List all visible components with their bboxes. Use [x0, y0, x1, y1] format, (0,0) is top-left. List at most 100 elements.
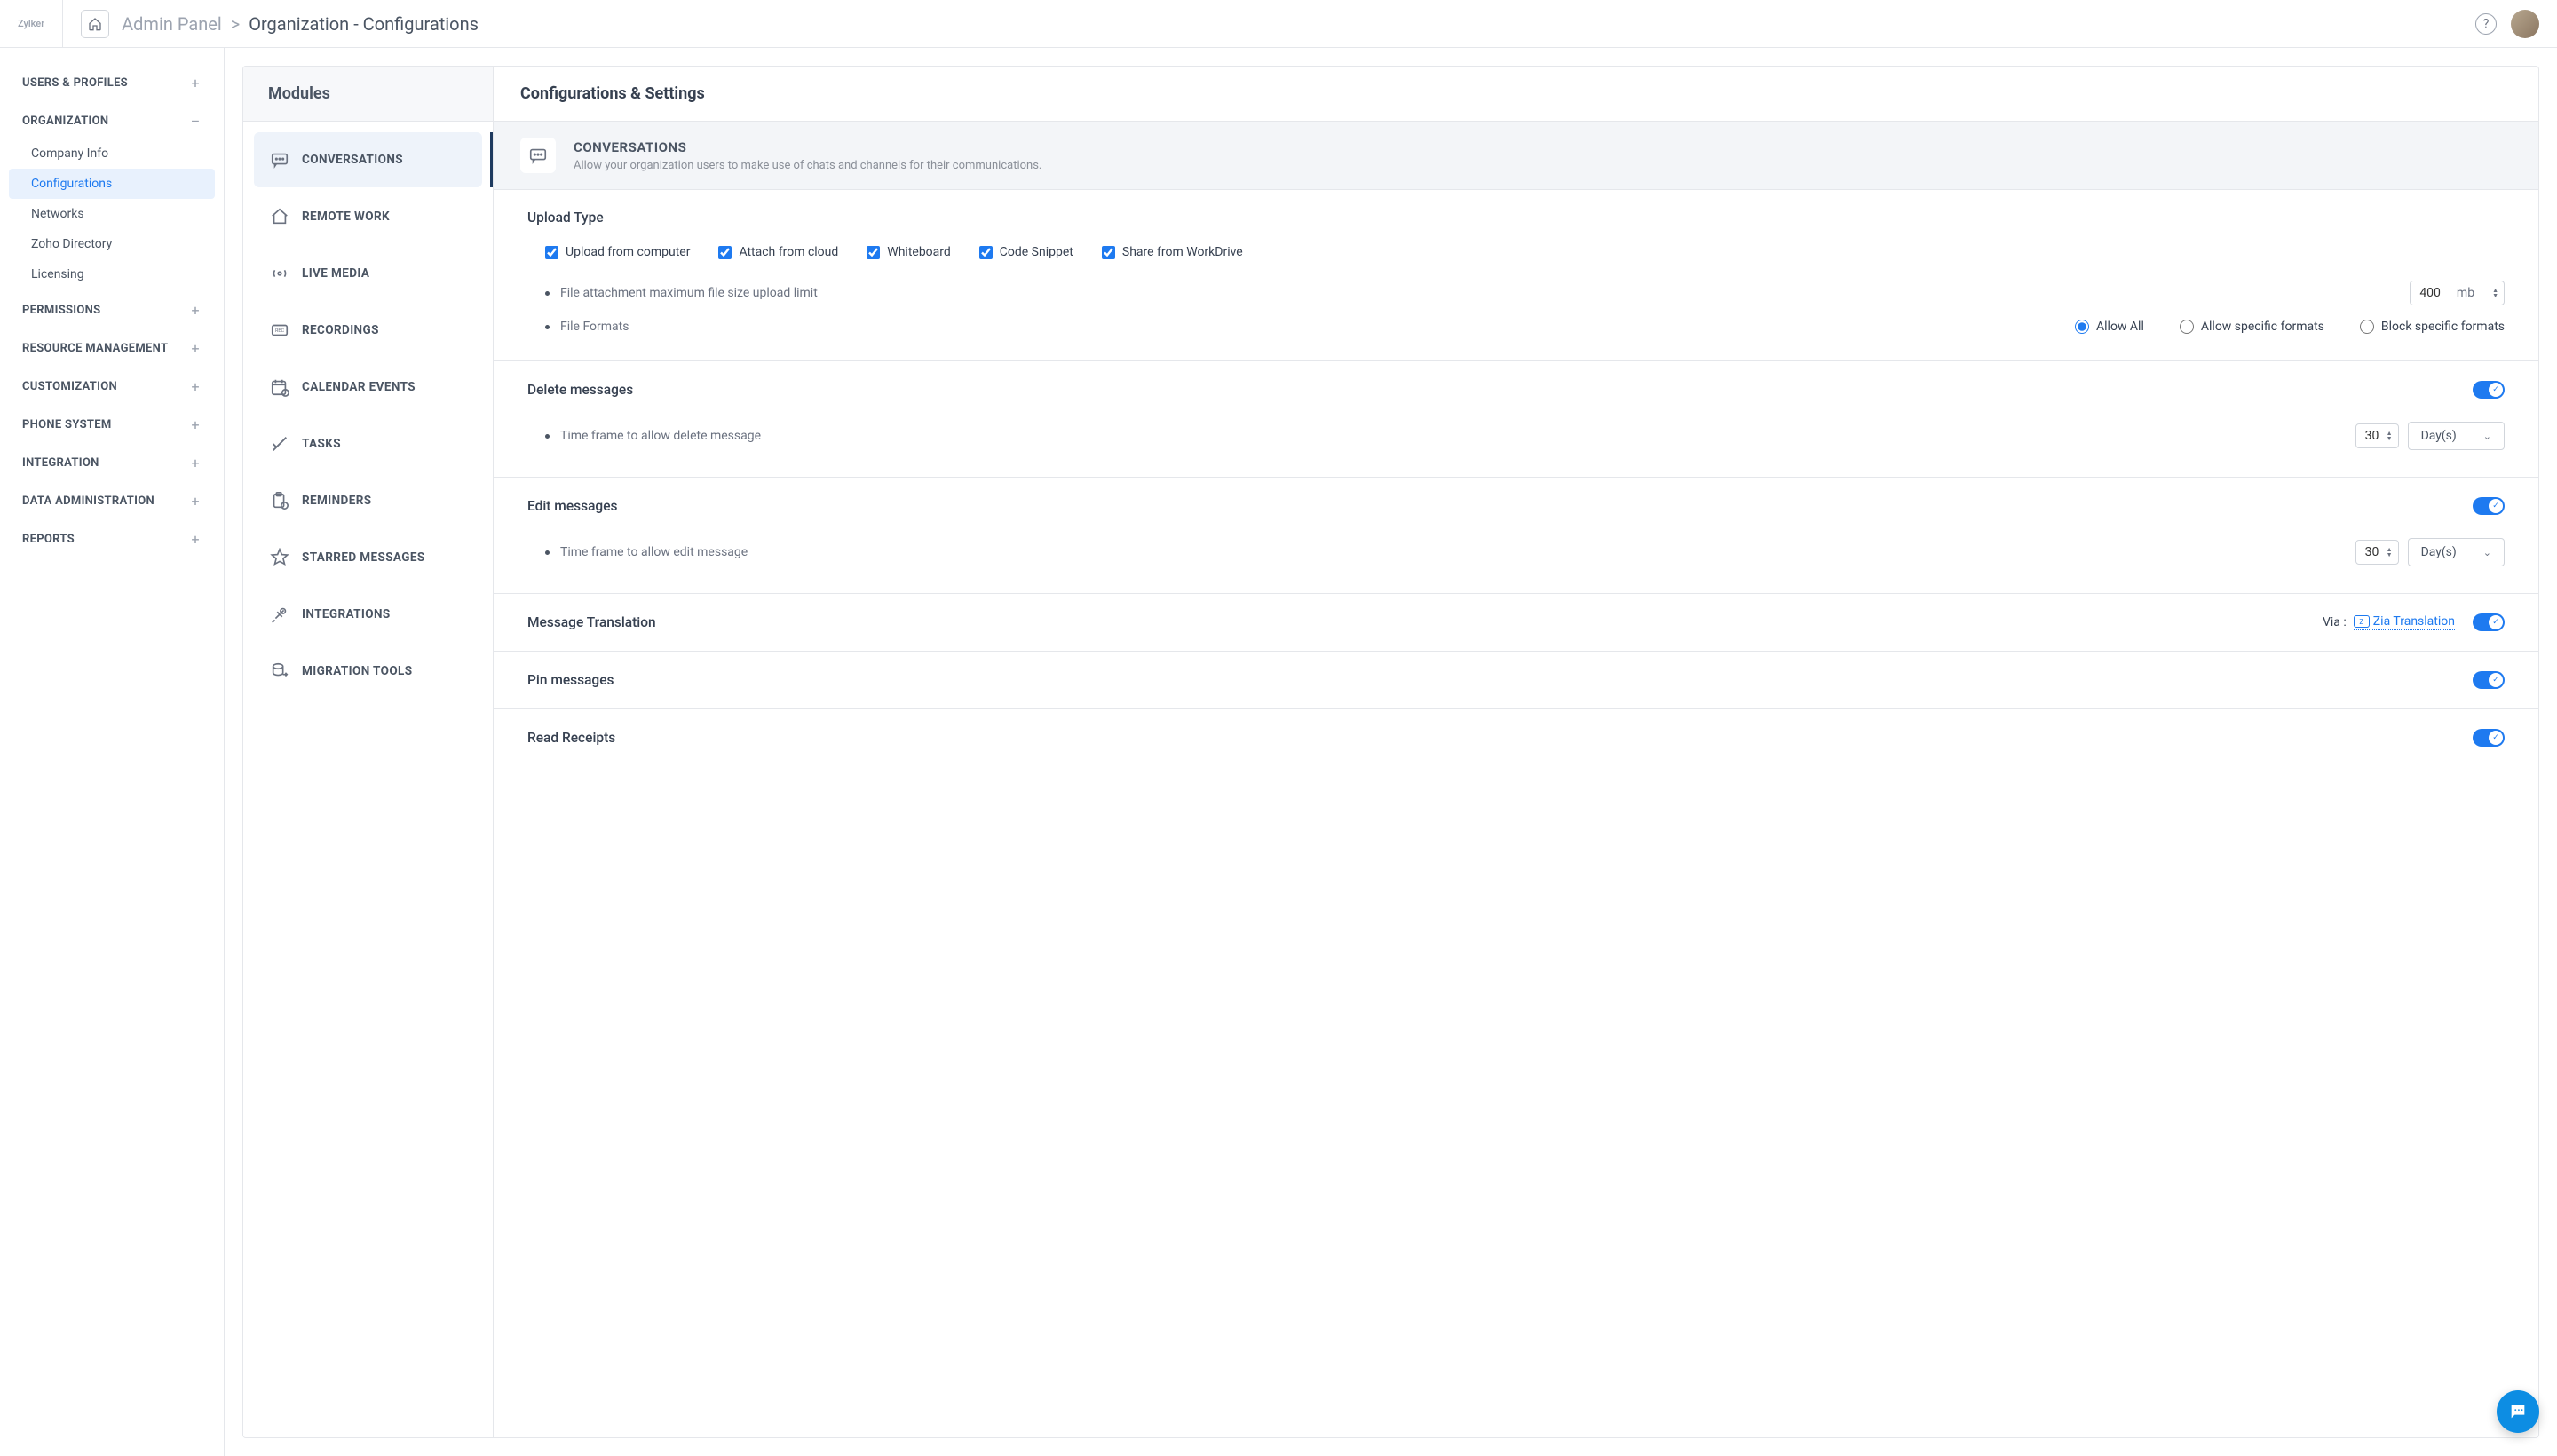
checkbox[interactable] — [718, 246, 732, 259]
sidebar-item-company-info[interactable]: Company Info — [9, 138, 215, 169]
svg-text:REC: REC — [275, 328, 285, 334]
check-code-snippet[interactable]: Code Snippet — [979, 245, 1073, 259]
sidebar-section-label: CUSTOMIZATION — [22, 380, 117, 393]
sidebar-item-zoho-directory[interactable]: Zoho Directory — [9, 229, 215, 259]
checkbox[interactable] — [979, 246, 993, 259]
home-button[interactable] — [81, 10, 109, 38]
chat-icon — [270, 150, 289, 170]
checkbox[interactable] — [867, 246, 880, 259]
toggle-edit-messages[interactable] — [2473, 497, 2505, 515]
sidebar-item-licensing[interactable]: Licensing — [9, 259, 215, 289]
sidebar-item-configurations[interactable]: Configurations — [9, 169, 215, 199]
toggle-message-translation[interactable] — [2473, 613, 2505, 631]
plus-icon: + — [189, 455, 202, 471]
radio-input[interactable] — [2180, 320, 2194, 334]
zia-translation-link[interactable]: ZZia Translation — [2354, 614, 2455, 630]
module-recordings[interactable]: REC RECORDINGS — [254, 303, 482, 358]
radio-block-specific[interactable]: Block specific formats — [2360, 320, 2505, 334]
plus-icon: + — [189, 416, 202, 433]
module-integrations[interactable]: INTEGRATIONS — [254, 587, 482, 642]
sidebar-section-phone-system[interactable]: PHONE SYSTEM + — [9, 408, 215, 442]
checkbox[interactable] — [1102, 246, 1115, 259]
module-label: CONVERSATIONS — [302, 153, 403, 167]
bullet-icon — [545, 434, 550, 439]
section-upload-type: Upload Type Upload from computer Attach … — [494, 190, 2538, 361]
check-whiteboard[interactable]: Whiteboard — [867, 245, 951, 259]
section-title: Read Receipts — [527, 730, 615, 746]
sidebar-section-data-administration[interactable]: DATA ADMINISTRATION+ — [9, 484, 215, 518]
check-label: Whiteboard — [887, 245, 951, 259]
sidebar-section-label: ORGANIZATION — [22, 115, 108, 128]
section-edit-messages: Edit messages Time frame to allow edit m… — [494, 478, 2538, 594]
sidebar-section-customization[interactable]: CUSTOMIZATION + — [9, 369, 215, 404]
radio-allow-all[interactable]: Allow All — [2075, 320, 2144, 334]
plus-icon: + — [189, 378, 202, 395]
module-calendar-events[interactable]: CALENDAR EVENTS — [254, 360, 482, 415]
chat-fab[interactable] — [2497, 1390, 2539, 1433]
module-tasks[interactable]: TASKS — [254, 416, 482, 471]
edit-timeframe-value[interactable]: 30▲▼ — [2355, 540, 2399, 565]
modules-title: Modules — [243, 67, 493, 122]
radio-allow-specific[interactable]: Allow specific formats — [2180, 320, 2324, 334]
check-attach-cloud[interactable]: Attach from cloud — [718, 245, 838, 259]
delete-timeframe-label: Time frame to allow delete message — [560, 429, 761, 443]
module-live-media[interactable]: LIVE MEDIA — [254, 246, 482, 301]
modules-panel: Modules CONVERSATIONS REMOTE WORK LIV — [243, 67, 494, 1437]
help-button[interactable]: ? — [2475, 13, 2497, 35]
stepper-icon[interactable]: ▲▼ — [2387, 547, 2393, 558]
toggle-delete-messages[interactable] — [2473, 381, 2505, 399]
radio-label: Block specific formats — [2381, 320, 2505, 334]
radio-input[interactable] — [2360, 320, 2374, 334]
chevron-down-icon: ⌄ — [2483, 547, 2491, 558]
check-label: Attach from cloud — [739, 245, 838, 259]
sidebar-section-resource-management[interactable]: RESOURCE MANAGEMENT+ — [9, 331, 215, 366]
module-starred-messages[interactable]: STARRED MESSAGES — [254, 530, 482, 585]
zia-icon: Z — [2354, 615, 2370, 628]
sidebar-item-networks[interactable]: Networks — [9, 199, 215, 229]
stepper-icon[interactable]: ▲▼ — [2492, 288, 2498, 298]
delete-timeframe-value[interactable]: 30▲▼ — [2355, 423, 2399, 448]
avatar[interactable] — [2511, 10, 2539, 38]
section-title: Delete messages — [527, 382, 633, 398]
module-label: INTEGRATIONS — [302, 607, 391, 621]
toggle-read-receipts[interactable] — [2473, 729, 2505, 747]
edit-timeframe-label: Time frame to allow edit message — [560, 545, 748, 559]
org-logo: Zylker — [18, 0, 63, 47]
bullet-icon — [545, 550, 550, 555]
calendar-icon — [270, 377, 289, 397]
check-share-workdrive[interactable]: Share from WorkDrive — [1102, 245, 1243, 259]
stepper-icon[interactable]: ▲▼ — [2387, 431, 2393, 441]
module-label: RECORDINGS — [302, 323, 379, 337]
via-label: Via : — [2323, 615, 2347, 629]
module-conversations[interactable]: CONVERSATIONS — [254, 132, 482, 187]
plus-icon: + — [189, 531, 202, 548]
sidebar-section-permissions[interactable]: PERMISSIONS+ — [9, 293, 215, 328]
recording-icon: REC — [270, 320, 289, 340]
breadcrumb-root[interactable]: Admin Panel — [122, 13, 222, 35]
module-label: STARRED MESSAGES — [302, 550, 425, 565]
edit-timeframe-unit[interactable]: Day(s)⌄ — [2408, 538, 2505, 566]
banner-subtitle: Allow your organization users to make us… — [574, 159, 1041, 172]
module-reminders[interactable]: REMINDERS — [254, 473, 482, 528]
sidebar-section-organization[interactable]: ORGANIZATION – — [9, 104, 215, 138]
module-remote-work[interactable]: REMOTE WORK — [254, 189, 482, 244]
sidebar-section-users-profiles[interactable]: USERS & PROFILES + — [9, 66, 215, 100]
breadcrumb: Admin Panel > Organization - Configurati… — [122, 13, 479, 35]
plug-icon — [270, 605, 289, 624]
delete-timeframe-unit[interactable]: Day(s)⌄ — [2408, 422, 2505, 450]
sidebar-section-reports[interactable]: REPORTS+ — [9, 522, 215, 557]
max-size-input[interactable]: 400 mb ▲▼ — [2410, 281, 2505, 305]
chat-bubble-icon — [2508, 1402, 2528, 1421]
sidebar-section-label: PHONE SYSTEM — [22, 418, 112, 431]
sidebar-section-label: INTEGRATION — [22, 456, 99, 470]
broadcast-icon — [270, 264, 289, 283]
home-icon — [88, 17, 102, 31]
radio-input[interactable] — [2075, 320, 2089, 334]
toggle-pin-messages[interactable] — [2473, 671, 2505, 689]
sidebar-section-integration[interactable]: INTEGRATION + — [9, 446, 215, 480]
checkbox[interactable] — [545, 246, 558, 259]
sidebar-section-label: PERMISSIONS — [22, 304, 100, 317]
module-label: REMINDERS — [302, 494, 371, 508]
check-upload-computer[interactable]: Upload from computer — [545, 245, 690, 259]
module-migration-tools[interactable]: MIGRATION TOOLS — [254, 644, 482, 699]
